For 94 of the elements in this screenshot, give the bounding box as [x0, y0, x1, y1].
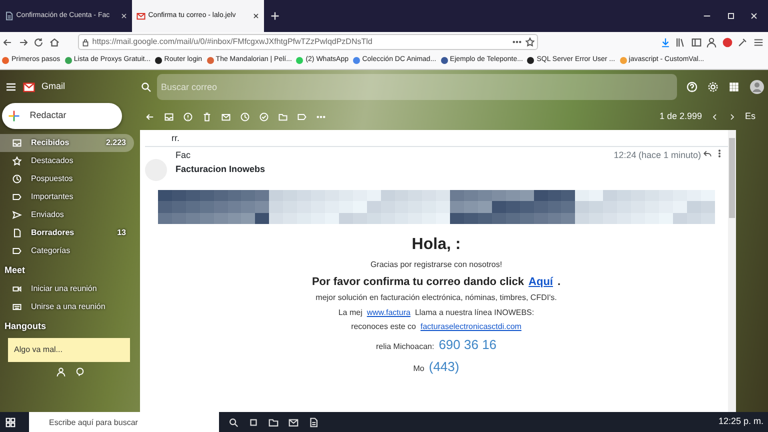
section-title: Meet: [4, 264, 26, 277]
reload-icon[interactable]: [33, 36, 44, 48]
home-icon[interactable]: [48, 36, 60, 48]
email-text: Llama a nuestra línea INOWEBS:: [414, 306, 534, 318]
label-icon: [12, 192, 22, 202]
sidebar-item[interactable]: Enviados: [0, 206, 134, 224]
download-icon[interactable]: [660, 36, 670, 48]
chevron-left-icon[interactable]: [710, 112, 719, 120]
clock-icon[interactable]: [240, 112, 250, 122]
address-bar[interactable]: https://mail.google.com/mail/u/0/#inbox/FMfcgxwJXfhtgPfwTZzPwlqdPzDNsTld: [78, 34, 538, 50]
windows-start-icon[interactable]: [4, 416, 16, 428]
compose-button[interactable]: Redactar: [2, 103, 122, 129]
check-icon[interactable]: [258, 112, 268, 122]
email-text: Mo: [413, 362, 424, 375]
settings-icon[interactable]: [706, 80, 718, 92]
time-ago-text: (hace 1 minuto): [638, 149, 701, 162]
sender-name: Facturacion Inowebs: [176, 162, 266, 176]
dropper-icon[interactable]: [737, 36, 748, 48]
notice-message: Algo va mal...: [8, 338, 130, 362]
stop-sign-icon[interactable]: [722, 36, 732, 48]
email-link[interactable]: facturaselectronicasctdi.com: [420, 320, 522, 333]
plus-icon: [6, 109, 21, 123]
section-title: Hangouts: [4, 320, 47, 334]
url-text: https://mail.google.com/mail/u/0/#inbox/FMfcgxwJXfhtgPfwTZzPwlqdPzDNsTld: [92, 36, 374, 48]
lock-icon: [81, 38, 90, 46]
chevron-right-icon[interactable]: [728, 112, 736, 120]
person-icon[interactable]: [56, 366, 66, 377]
sender-text: Fac: [176, 149, 192, 162]
send-icon: [12, 210, 22, 220]
email-link[interactable]: www.factura: [366, 306, 410, 318]
email-subject: rr.: [144, 130, 728, 147]
email-text: .: [558, 274, 561, 290]
scrollbar[interactable]: [728, 130, 736, 412]
email-text: Gracias por registrarse con nosotros!: [370, 259, 502, 272]
sidebar-icon[interactable]: [690, 36, 702, 48]
file-icon: [12, 228, 22, 238]
maximize-icon[interactable]: [726, 11, 736, 21]
email-link[interactable]: Aquí: [528, 274, 553, 290]
sidebar-item[interactable]: Pospuestos: [0, 170, 134, 188]
trash-icon[interactable]: [202, 112, 212, 122]
clock-text: 12:25 p. m.: [718, 415, 764, 428]
folder-icon[interactable]: [268, 416, 279, 428]
envelope-icon[interactable]: [21, 80, 37, 92]
email-text: relia Michoacan:: [376, 341, 434, 353]
forward-icon[interactable]: [18, 36, 29, 48]
language-selector[interactable]: Es: [744, 110, 756, 124]
back-icon[interactable]: [2, 36, 14, 48]
back-icon[interactable]: [144, 112, 154, 122]
avatar-icon[interactable]: [748, 78, 764, 94]
chat-icon[interactable]: [74, 366, 84, 377]
taskbar-search-field[interactable]: Escribe aquí para buscar: [29, 412, 219, 432]
library-icon[interactable]: [675, 36, 686, 48]
sidebar-item[interactable]: Borradores 13: [0, 224, 134, 242]
task-view-icon[interactable]: [248, 416, 259, 428]
email-text: mejor solución en facturación electrónica, nóminas, timbres, CFDI's.: [316, 292, 557, 304]
star-icon[interactable]: [524, 37, 534, 47]
phone-number: (443): [428, 358, 460, 376]
star-icon: [12, 156, 22, 166]
label-icon[interactable]: [296, 112, 306, 122]
search-icon[interactable]: [228, 416, 239, 428]
email-text: Por favor confirma tu correo dando click: [312, 274, 524, 290]
envelope-icon: [136, 11, 146, 21]
clock-icon: [12, 174, 22, 184]
sidebar-item[interactable]: Destacados: [0, 152, 134, 170]
keyboard-icon: [12, 302, 22, 312]
menu-icon[interactable]: [4, 80, 16, 92]
sidebar-item[interactable]: Unirse a una reunión: [0, 298, 134, 316]
alert-icon[interactable]: [182, 112, 192, 122]
email-time: 12:24: [614, 149, 636, 162]
envelope-icon[interactable]: [288, 416, 299, 428]
account-icon[interactable]: [706, 36, 717, 48]
email-text: reconoces este co: [351, 320, 416, 333]
document-icon: [4, 11, 14, 21]
close-icon[interactable]: [749, 11, 759, 21]
reply-icon[interactable]: [703, 149, 712, 158]
email-text: La mej: [338, 306, 362, 318]
gmail-logo-text: Gmail: [42, 80, 66, 93]
video-icon: [12, 284, 22, 294]
sidebar-item[interactable]: Recibidos 2.223: [0, 134, 134, 152]
phone-number: 690 36 16: [438, 336, 497, 354]
archive-icon[interactable]: [164, 112, 174, 122]
label-icon: [12, 246, 22, 256]
new-tab-icon[interactable]: [268, 10, 280, 22]
pager-text: 1 de 2.999: [659, 110, 702, 123]
apps-grid-icon[interactable]: [728, 80, 740, 92]
sidebar-item[interactable]: Categorías: [0, 242, 134, 260]
sidebar-item[interactable]: Iniciar una reunión: [0, 280, 134, 298]
close-icon[interactable]: [252, 12, 260, 20]
menu-icon[interactable]: [752, 36, 764, 48]
document-icon[interactable]: [308, 416, 319, 428]
help-icon[interactable]: [686, 80, 698, 92]
inbox-icon: [12, 138, 22, 148]
greeting-heading: Hola, :: [412, 235, 461, 255]
sidebar-item[interactable]: Importantes: [0, 188, 134, 206]
